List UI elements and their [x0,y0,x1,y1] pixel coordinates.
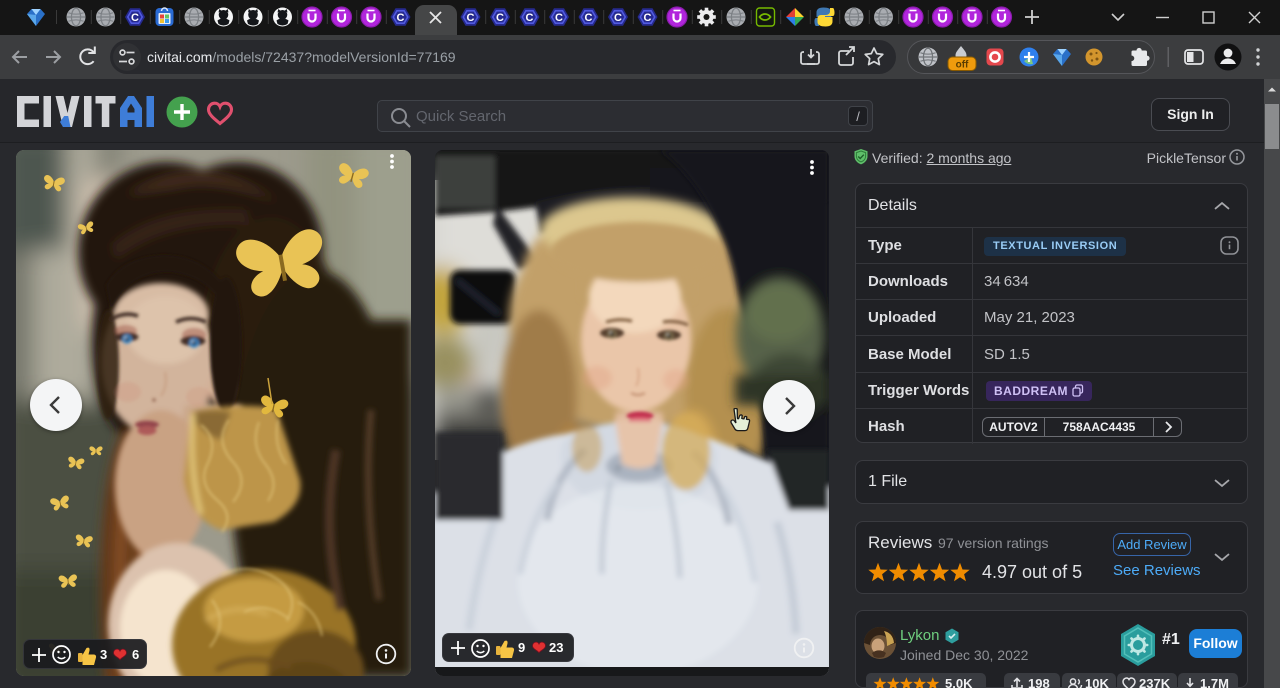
svg-text:C: C [496,12,504,24]
svg-text:C: C [644,12,652,24]
svg-text:C: C [467,12,475,24]
svg-text:C: C [614,12,622,24]
svg-text:C: C [397,12,405,24]
svg-text:off: off [956,60,969,71]
svg-text:C: C [555,12,563,24]
svg-text:C: C [526,12,534,24]
svg-text:C: C [585,12,593,24]
svg-text:C: C [131,12,139,24]
